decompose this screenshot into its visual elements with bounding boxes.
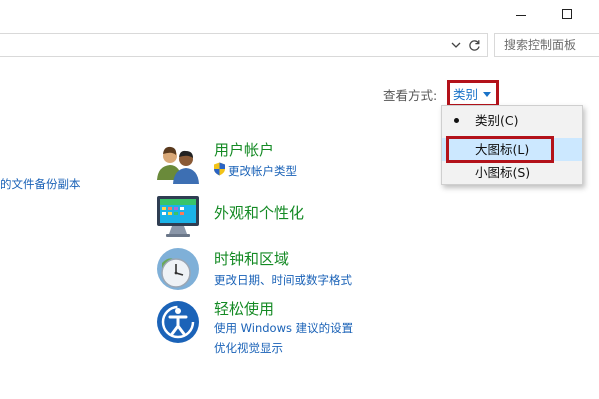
menu-item-small-icons[interactable]: 小图标(S) <box>442 161 582 184</box>
annotation-highlight-box <box>446 136 554 163</box>
menu-item-label: 类别(C) <box>475 113 519 128</box>
view-by-dropdown[interactable]: 类别 <box>447 80 499 107</box>
maximize-icon <box>562 9 572 19</box>
users-icon[interactable] <box>154 140 202 188</box>
view-by-label: 查看方式: <box>383 88 438 103</box>
refresh-button[interactable] <box>466 37 482 53</box>
appearance-icon[interactable] <box>154 192 202 240</box>
maximize-button[interactable] <box>544 0 590 28</box>
address-history-button[interactable] <box>449 38 463 52</box>
menu-item-category[interactable]: 类别(C) <box>442 109 582 132</box>
caret-down-icon <box>483 91 492 97</box>
category-title-appearance[interactable]: 外观和个性化 <box>214 202 304 223</box>
clock-globe-icon[interactable] <box>154 245 202 293</box>
minimize-icon <box>516 14 526 16</box>
category-title-clock-region[interactable]: 时钟和区域 <box>214 248 289 269</box>
change-account-type-link[interactable]: 更改帐户类型 <box>228 163 297 179</box>
uac-shield-icon <box>214 162 225 176</box>
category-title-ease-of-access[interactable]: 轻松使用 <box>214 298 274 319</box>
optimize-visual-display-link[interactable]: 优化视觉显示 <box>214 340 283 356</box>
menu-item-label: 小图标(S) <box>475 165 531 180</box>
minimize-button[interactable] <box>498 0 544 28</box>
view-by-value: 类别 <box>453 87 479 102</box>
category-title-user-accounts[interactable]: 用户帐户 <box>214 139 274 160</box>
search-input[interactable]: 搜索控制面板 <box>494 33 599 57</box>
chevron-down-icon <box>451 42 461 48</box>
ease-of-access-icon[interactable] <box>154 298 202 346</box>
address-bar[interactable] <box>0 33 488 57</box>
refresh-icon <box>468 39 480 51</box>
backup-link[interactable]: 的文件备份副本 <box>0 176 81 192</box>
radio-bullet-icon <box>454 118 459 123</box>
windows-suggested-settings-link[interactable]: 使用 Windows 建议的设置 <box>214 320 353 336</box>
change-date-time-link[interactable]: 更改日期、时间或数字格式 <box>214 272 352 288</box>
